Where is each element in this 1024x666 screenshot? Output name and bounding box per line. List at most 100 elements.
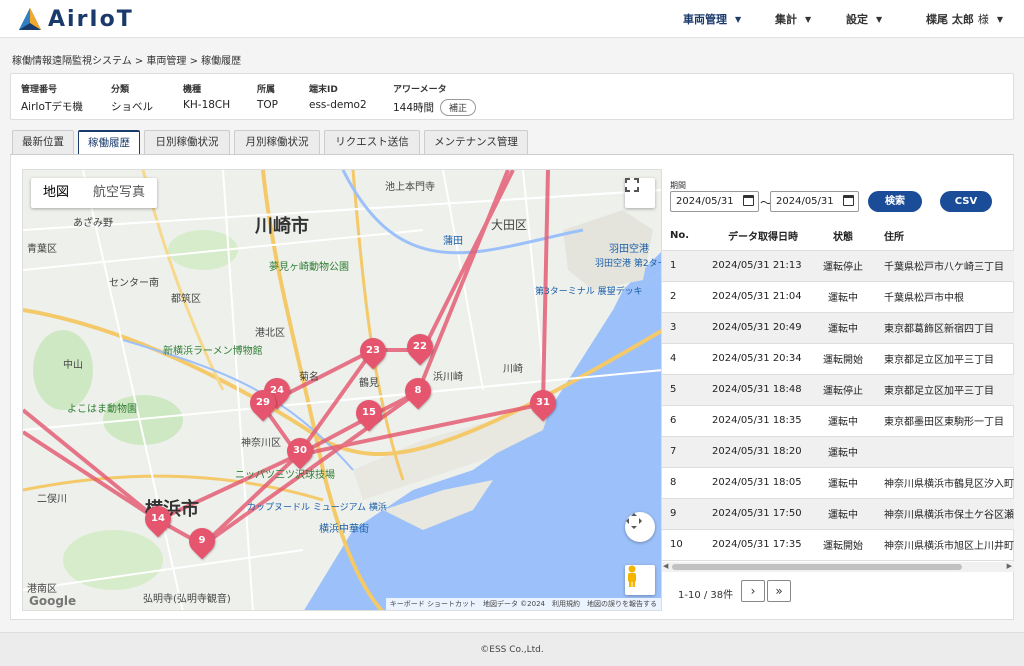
search-button[interactable]: 検索: [868, 191, 922, 212]
route-marker[interactable]: 15: [350, 394, 388, 432]
map-label-cupnoodle: カップヌードル ミュージアム 横浜: [247, 503, 387, 513]
tab-operation-history[interactable]: 稼働履歴: [78, 130, 140, 155]
cell-status: 運転中: [814, 312, 872, 344]
map-canvas: [23, 170, 661, 610]
app-header: AirIoT 車両管理 ▼ 集計 ▼ 設定 ▼ 楪尾 太郎様 ▼: [0, 0, 1024, 38]
map-label-futamatagawa: 二俣川: [37, 494, 67, 505]
fullscreen-button[interactable]: [625, 178, 655, 208]
map-label-zoo: よこはま動物園: [67, 404, 137, 415]
info-label: 機種: [183, 85, 202, 95]
caret-down-icon: ▼: [735, 14, 742, 24]
route-marker[interactable]: 14: [139, 500, 177, 538]
marker-label: 30: [293, 445, 307, 456]
tab-monthly-status[interactable]: 月別稼働状況: [234, 130, 320, 155]
map-label-kamata: 蒲田: [443, 236, 463, 247]
info-label: アワーメータ: [393, 85, 447, 95]
map-pan-control[interactable]: [625, 512, 655, 542]
info-value: AirIoTデモ機: [21, 101, 83, 113]
table-row[interactable]: 8 2024/05/31 18:05 運転中 神奈川県横浜市鶴見区汐入町: [662, 467, 1014, 499]
cell-no: 7: [662, 436, 702, 468]
nav-vehicle-label: 車両管理: [683, 13, 727, 26]
cell-no: 10: [662, 529, 702, 561]
table-row[interactable]: 6 2024/05/31 18:35 運転中 東京都墨田区東駒形一丁目: [662, 405, 1014, 437]
table-row[interactable]: 10 2024/05/31 17:35 運転開始 神奈川県横浜市旭区上川井町: [662, 529, 1014, 561]
breadcrumb: 稼働情報遠隔監視システム > 車両管理 > 稼働履歴: [12, 56, 242, 67]
cell-no: 9: [662, 498, 702, 530]
user-suffix: 様: [977, 13, 989, 26]
table-row[interactable]: 2 2024/05/31 21:04 運転中 千葉県松戸市中根: [662, 281, 1014, 313]
marker-label: 15: [362, 407, 376, 418]
nav-vehicle-management[interactable]: 車両管理 ▼: [683, 11, 741, 27]
cell-address: 神奈川県横浜市旭区上川井町: [872, 529, 1014, 561]
user-menu[interactable]: 楪尾 太郎様 ▼: [926, 11, 1003, 27]
marker-label: 14: [151, 513, 165, 524]
cell-address: 神奈川県横浜市保土ケ谷区瀬戸: [872, 498, 1014, 530]
pagination-summary: 1-10 / 38件: [678, 590, 734, 601]
route-marker[interactable]: 8: [399, 372, 437, 410]
cell-status: 運転停止: [814, 374, 872, 406]
map-type-satellite-button[interactable]: 航空写真: [81, 178, 157, 208]
table-row[interactable]: 9 2024/05/31 17:50 運転中 神奈川県横浜市保土ケ谷区瀬戸: [662, 498, 1014, 530]
table-horizontal-scrollbar[interactable]: ◀ ▶: [662, 562, 1014, 572]
vehicle-info-panel: 管理番号 AirIoTデモ機 分類 ショベル 機種 KH-18CH 所属 TOP…: [10, 73, 1014, 120]
last-page-button[interactable]: »: [767, 580, 791, 602]
info-value: KH-18CH: [183, 99, 231, 111]
route-marker[interactable]: 9: [183, 522, 221, 560]
date-from-input[interactable]: 2024/05/31: [670, 191, 759, 212]
table-row[interactable]: 3 2024/05/31 20:49 運転中 東京都葛飾区新宿四丁目: [662, 312, 1014, 344]
table-row[interactable]: 5 2024/05/31 18:48 運転停止 東京都足立区加平三丁目: [662, 374, 1014, 406]
cell-status: 運転開始: [814, 529, 872, 561]
nav-settings-label: 設定: [846, 13, 868, 26]
history-table-container: No. データ取得日時 状態 住所 1 2024/05/31 21:13 運転停止千…: [662, 221, 1014, 563]
google-logo: Google: [29, 594, 77, 608]
route-marker[interactable]: 30: [281, 432, 319, 470]
cell-datetime: 2024/05/31 21:13: [702, 250, 814, 282]
route-marker[interactable]: 23: [354, 332, 392, 370]
street-view-pegman[interactable]: [625, 565, 655, 595]
cell-status: 運転開始: [814, 343, 872, 375]
cell-no: 1: [662, 250, 702, 282]
hour-meter-fix-button[interactable]: 補正: [440, 99, 477, 116]
csv-button[interactable]: CSV: [940, 191, 992, 212]
route-marker[interactable]: 22: [401, 328, 439, 366]
period-label: 期間: [670, 181, 686, 190]
map-type-map-button[interactable]: 地図: [31, 178, 81, 208]
info-affiliation: 所属 TOP: [257, 82, 278, 111]
map-attribution[interactable]: キーボード ショートカット 地図データ ©2024 利用規約 地図の誤りを報告す…: [385, 598, 661, 610]
cell-status: 運転中: [814, 281, 872, 313]
scroll-right-icon[interactable]: ▶: [1007, 562, 1012, 570]
scrollbar-thumb[interactable]: [672, 564, 962, 570]
table-body: 1 2024/05/31 21:13 運転停止 千葉県松戸市八ケ崎三丁目 2 2024/0…: [662, 250, 1014, 561]
cell-datetime: 2024/05/31 18:35: [702, 405, 814, 437]
marker-label: 8: [414, 385, 422, 396]
map-label-kawasaki: 川崎市: [255, 216, 309, 237]
scroll-left-icon[interactable]: ◀: [663, 562, 668, 570]
route-marker[interactable]: 31: [524, 384, 562, 422]
table-row[interactable]: 4 2024/05/31 20:34 運転開始 東京都足立区加平三丁目: [662, 343, 1014, 375]
cell-datetime: 2024/05/31 18:05: [702, 467, 814, 499]
brand-logo[interactable]: AirIoT: [18, 5, 134, 33]
route-marker[interactable]: 29: [244, 384, 282, 422]
map-label-chinatown: 横浜中華街: [319, 524, 369, 535]
nav-settings[interactable]: 設定 ▼: [846, 11, 882, 27]
col-header-status: 状態: [814, 221, 872, 251]
cell-datetime: 2024/05/31 17:50: [702, 498, 814, 530]
calendar-icon: [743, 195, 754, 206]
map-view[interactable]: 川崎市 横浜市 大田区 羽田空港 羽田空港 第2ターミナル 第3ターミナル 展望…: [22, 169, 662, 611]
cell-status: 運転中: [814, 405, 872, 437]
tab-latest-position[interactable]: 最新位置: [12, 130, 74, 155]
table-row[interactable]: 1 2024/05/31 21:13 運転停止 千葉県松戸市八ケ崎三丁目: [662, 250, 1014, 282]
logo-mark-icon: [19, 8, 41, 30]
marker-label: 23: [366, 345, 380, 356]
next-page-button[interactable]: ›: [741, 580, 765, 602]
tab-send-request[interactable]: リクエスト送信: [324, 130, 420, 155]
tab-maintenance[interactable]: メンテナンス管理: [424, 130, 528, 155]
table-row[interactable]: 7 2024/05/31 18:20 運転中: [662, 436, 1014, 468]
date-to-input[interactable]: 2024/05/31: [770, 191, 859, 212]
map-label-haneda-t3: 第3ターミナル 展望デッキ: [535, 287, 643, 297]
map-label-ota: 大田区: [491, 218, 528, 232]
nav-aggregate[interactable]: 集計 ▼: [775, 11, 811, 27]
tab-daily-status[interactable]: 日別稼働状況: [144, 130, 230, 155]
calendar-icon: [843, 195, 854, 206]
marker-label: 31: [536, 397, 550, 408]
